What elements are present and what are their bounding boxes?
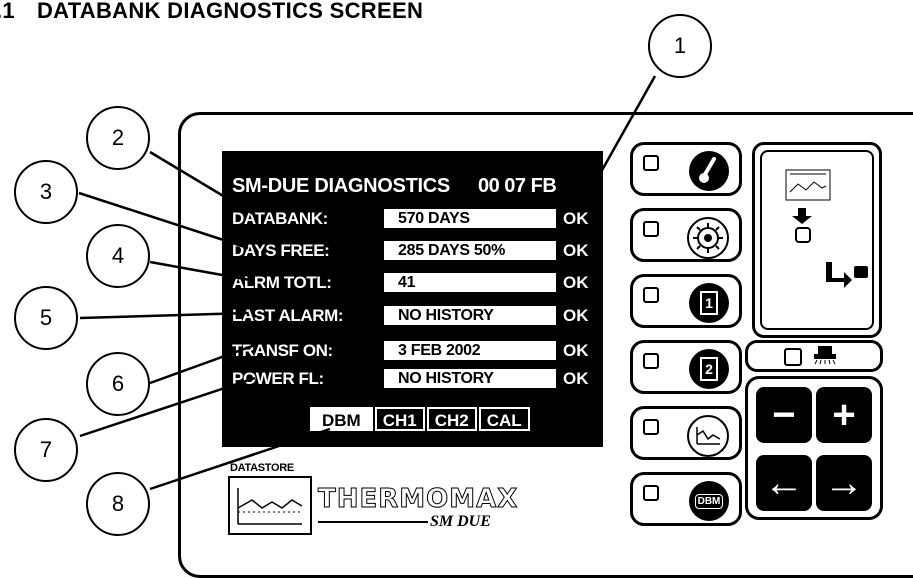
callout-4: 4 [86, 224, 150, 288]
callout-5: 5 [14, 286, 78, 350]
callout-6: 6 [86, 352, 150, 416]
callout-1: 1 [648, 14, 712, 78]
callout-7: 7 [14, 418, 78, 482]
callout-8: 8 [86, 472, 150, 536]
callout-2: 2 [86, 106, 150, 170]
callout-3: 3 [14, 160, 78, 224]
